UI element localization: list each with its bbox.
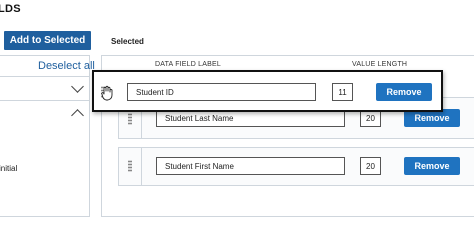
list-item[interactable]: Student First Name 20 Remove [118,147,474,186]
field-label-input[interactable]: Student ID [127,83,316,101]
grip-dots-icon[interactable] [128,160,132,172]
column-header-value-length: VALUE LENGTH [352,61,408,68]
dragging-list-item[interactable]: Student ID 11 Remove [92,70,443,112]
field-label-input[interactable]: Student First Name [156,157,345,175]
add-to-selected-button[interactable]: Add to Selected [4,31,91,50]
grip-dots-icon[interactable] [128,113,132,125]
divider [141,148,142,185]
remove-button[interactable]: Remove [376,83,432,101]
page-title: LDS [0,3,21,15]
grab-hand-cursor-icon [101,85,113,101]
divider [0,100,89,101]
value-length-input[interactable]: 20 [360,157,381,175]
selected-heading: Selected [111,37,144,46]
value-length-input[interactable]: 11 [332,83,353,101]
field-option-initial[interactable]: initial [0,164,17,173]
remove-button[interactable]: Remove [404,157,460,175]
column-header-field-label: DATA FIELD LABEL [155,61,221,68]
divider [0,76,89,77]
deselect-all-link[interactable]: Deselect all [38,60,95,72]
